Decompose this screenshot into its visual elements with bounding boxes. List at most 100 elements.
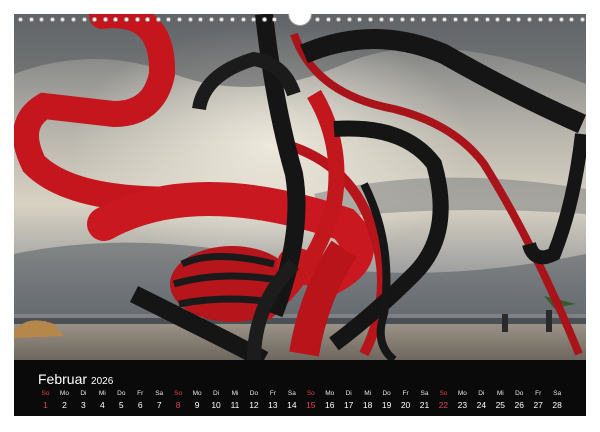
binding-hole-icon [463,17,469,22]
day-cell: Fr 27 [529,390,548,411]
day-number: 24 [476,400,487,410]
weekday-label: Mo [457,390,467,397]
day-number: 21 [419,400,430,410]
binding-hole-icon [410,17,416,22]
binding-hole-icon [251,17,257,22]
day-cell: Sa 7 [150,390,169,411]
day-number: 23 [457,400,468,410]
binding-hole-icon [49,17,55,22]
day-cell: Mi 25 [491,390,510,411]
weekday-label: Di [478,390,485,397]
day-cell: Do 19 [377,390,396,411]
day-number: 20 [400,400,411,410]
day-number: 11 [230,400,240,410]
binding-hole-icon [548,17,554,22]
day-cell: So 15 [301,390,320,411]
weekday-label: Do [382,390,391,397]
day-cell: Di 17 [339,390,358,411]
kite-ribbons-photo [14,14,586,360]
day-number: 13 [268,400,278,410]
day-cell: So 22 [434,390,453,411]
day-number: 2 [62,400,67,410]
binding-hole-icon [198,17,204,22]
day-cell: Di 24 [472,390,491,411]
binding-hole-icon [155,17,161,22]
binding-hole-icon [272,17,278,22]
day-cell: Do 5 [112,390,131,411]
photo-illustration [14,14,586,360]
binding-hole-icon [336,17,342,22]
day-cell: Mo 2 [55,390,74,411]
day-number: 15 [306,400,316,410]
weekday-label: Di [212,390,220,397]
binding-hole-icon [166,17,172,22]
day-cell: So 8 [169,390,188,411]
weekday-label: Do [515,390,524,397]
binding-hole-icon [187,17,193,22]
day-number: 9 [194,400,200,410]
day-cell: Fr 20 [396,390,415,411]
binding-hole-icon [92,17,98,22]
weekday-label: Di [345,390,352,397]
day-cell: Sa 28 [548,390,567,411]
binding-hole-icon [378,17,384,22]
binding-hole-icon [230,17,236,22]
weekday-label: Fr [137,390,144,397]
binding-hole-icon [240,17,246,22]
weekday-label: So [41,390,50,397]
binding-hole-icon [580,17,585,22]
day-cell: Sa 21 [415,390,434,411]
binding-hole-icon [399,17,405,22]
weekday-label: Mi [231,390,239,397]
binding-hole-icon [473,17,479,22]
day-cell: Di 10 [207,390,226,411]
binding-hole-icon [28,17,34,22]
weekday-label: Mo [325,390,335,397]
day-number: 18 [362,400,373,410]
weekday-label: Fr [402,390,409,397]
weekday-label: So [439,390,448,397]
day-number: 10 [211,400,221,410]
day-number: 6 [137,400,143,410]
binding-hole-icon [569,17,575,22]
weekday-label: Mo [192,390,202,397]
weekday-label: Mi [364,390,372,397]
month-heading: Februar 2026 [38,371,113,387]
binding-hole-icon [420,17,426,22]
binding-hole-icon [208,17,214,22]
day-number: 4 [99,400,105,410]
binding-hole-icon [495,17,501,22]
binding-hole-icon [505,17,511,22]
weekday-label: So [306,390,315,397]
day-cell: Sa 14 [282,390,301,411]
day-number: 14 [287,400,297,410]
binding-hole-icon [81,17,87,22]
day-cell: Mi 11 [226,390,245,411]
day-number: 8 [175,400,181,410]
weekday-label: Do [117,390,126,397]
binding-hole-icon [442,17,448,22]
year-label: 2026 [91,376,114,387]
day-number: 12 [249,400,259,410]
weekday-label: Sa [155,390,164,397]
binding-hole-icon [431,17,437,22]
day-cell: Mo 23 [453,390,472,411]
binding-hole-icon [18,17,23,22]
day-cell: Mi 4 [93,390,112,411]
weekday-label: Mi [98,390,106,397]
day-number: 3 [81,400,86,410]
binding-hole-icon [134,17,140,22]
day-cell: Mo 9 [188,390,207,411]
day-cell: Fr 13 [263,390,282,411]
weekday-label: Mo [59,390,69,397]
day-cell: Di 3 [74,390,93,411]
day-number: 16 [325,400,335,410]
weekday-label: Sa [553,390,562,397]
day-number: 1 [43,400,48,410]
day-number: 22 [438,400,449,410]
binding-hole-icon [145,17,151,22]
binding-hole-icon [39,17,45,22]
binding-hole-icon [177,17,183,22]
binding-hole-icon [71,17,77,22]
binding-hole-icon [219,17,225,22]
